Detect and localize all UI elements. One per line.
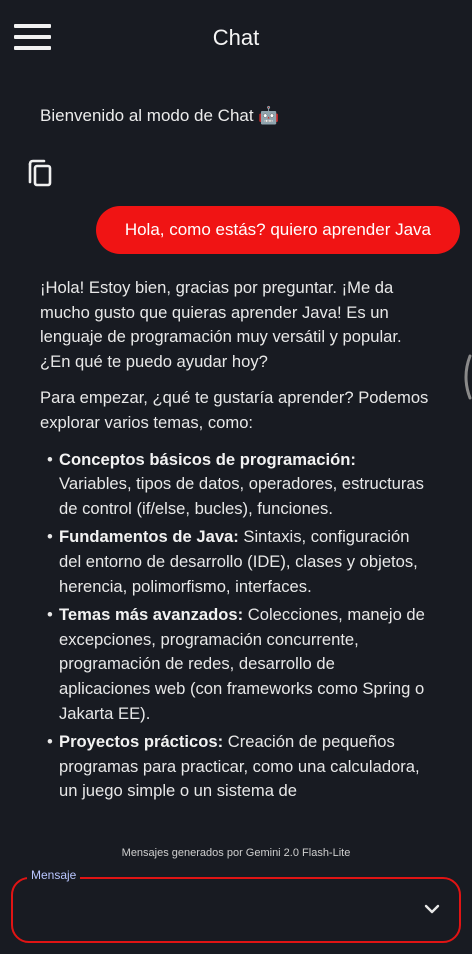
list-item: Conceptos básicos de programación: Varia… <box>40 448 430 522</box>
welcome-message: Bienvenido al modo de Chat 🤖 <box>40 106 280 125</box>
model-note: Mensajes generados por Gemini 2.0 Flash-… <box>121 847 351 859</box>
message-input[interactable] <box>11 877 461 943</box>
list-item: Proyectos prácticos: Creación de pequeño… <box>40 730 430 804</box>
bot-paragraph: ¡Hola! Estoy bien, gracias por preguntar… <box>40 278 402 371</box>
chevron-down-icon[interactable] <box>422 900 442 918</box>
topics-list: Conceptos básicos de programación: Varia… <box>40 448 430 804</box>
page-title: Chat <box>212 25 260 50</box>
list-item-title: Conceptos básicos de programación: <box>59 449 356 469</box>
list-item-title: Fundamentos de Java: <box>59 527 239 547</box>
bot-paragraph: Para empezar, ¿qué te gustaría aprender?… <box>40 388 429 432</box>
list-item-text: Variables, tipos de datos, operadores, e… <box>59 474 424 518</box>
scroll-handle[interactable] <box>458 354 472 400</box>
user-message-bubble[interactable]: Hola, como estás? quiero aprender Java <box>95 206 460 254</box>
app-bar: Chat <box>0 0 472 78</box>
list-item: Fundamentos de Java: Sintaxis, configura… <box>40 525 430 599</box>
list-item: Temas más avanzados: Colecciones, manejo… <box>40 603 430 726</box>
message-input-label: Mensaje <box>27 868 81 882</box>
copy-icon[interactable] <box>26 158 54 188</box>
list-item-title: Proyectos prácticos: <box>59 732 224 752</box>
list-item-title: Temas más avanzados: <box>59 605 244 625</box>
bot-message: ¡Hola! Estoy bien, gracias por preguntar… <box>40 276 430 826</box>
